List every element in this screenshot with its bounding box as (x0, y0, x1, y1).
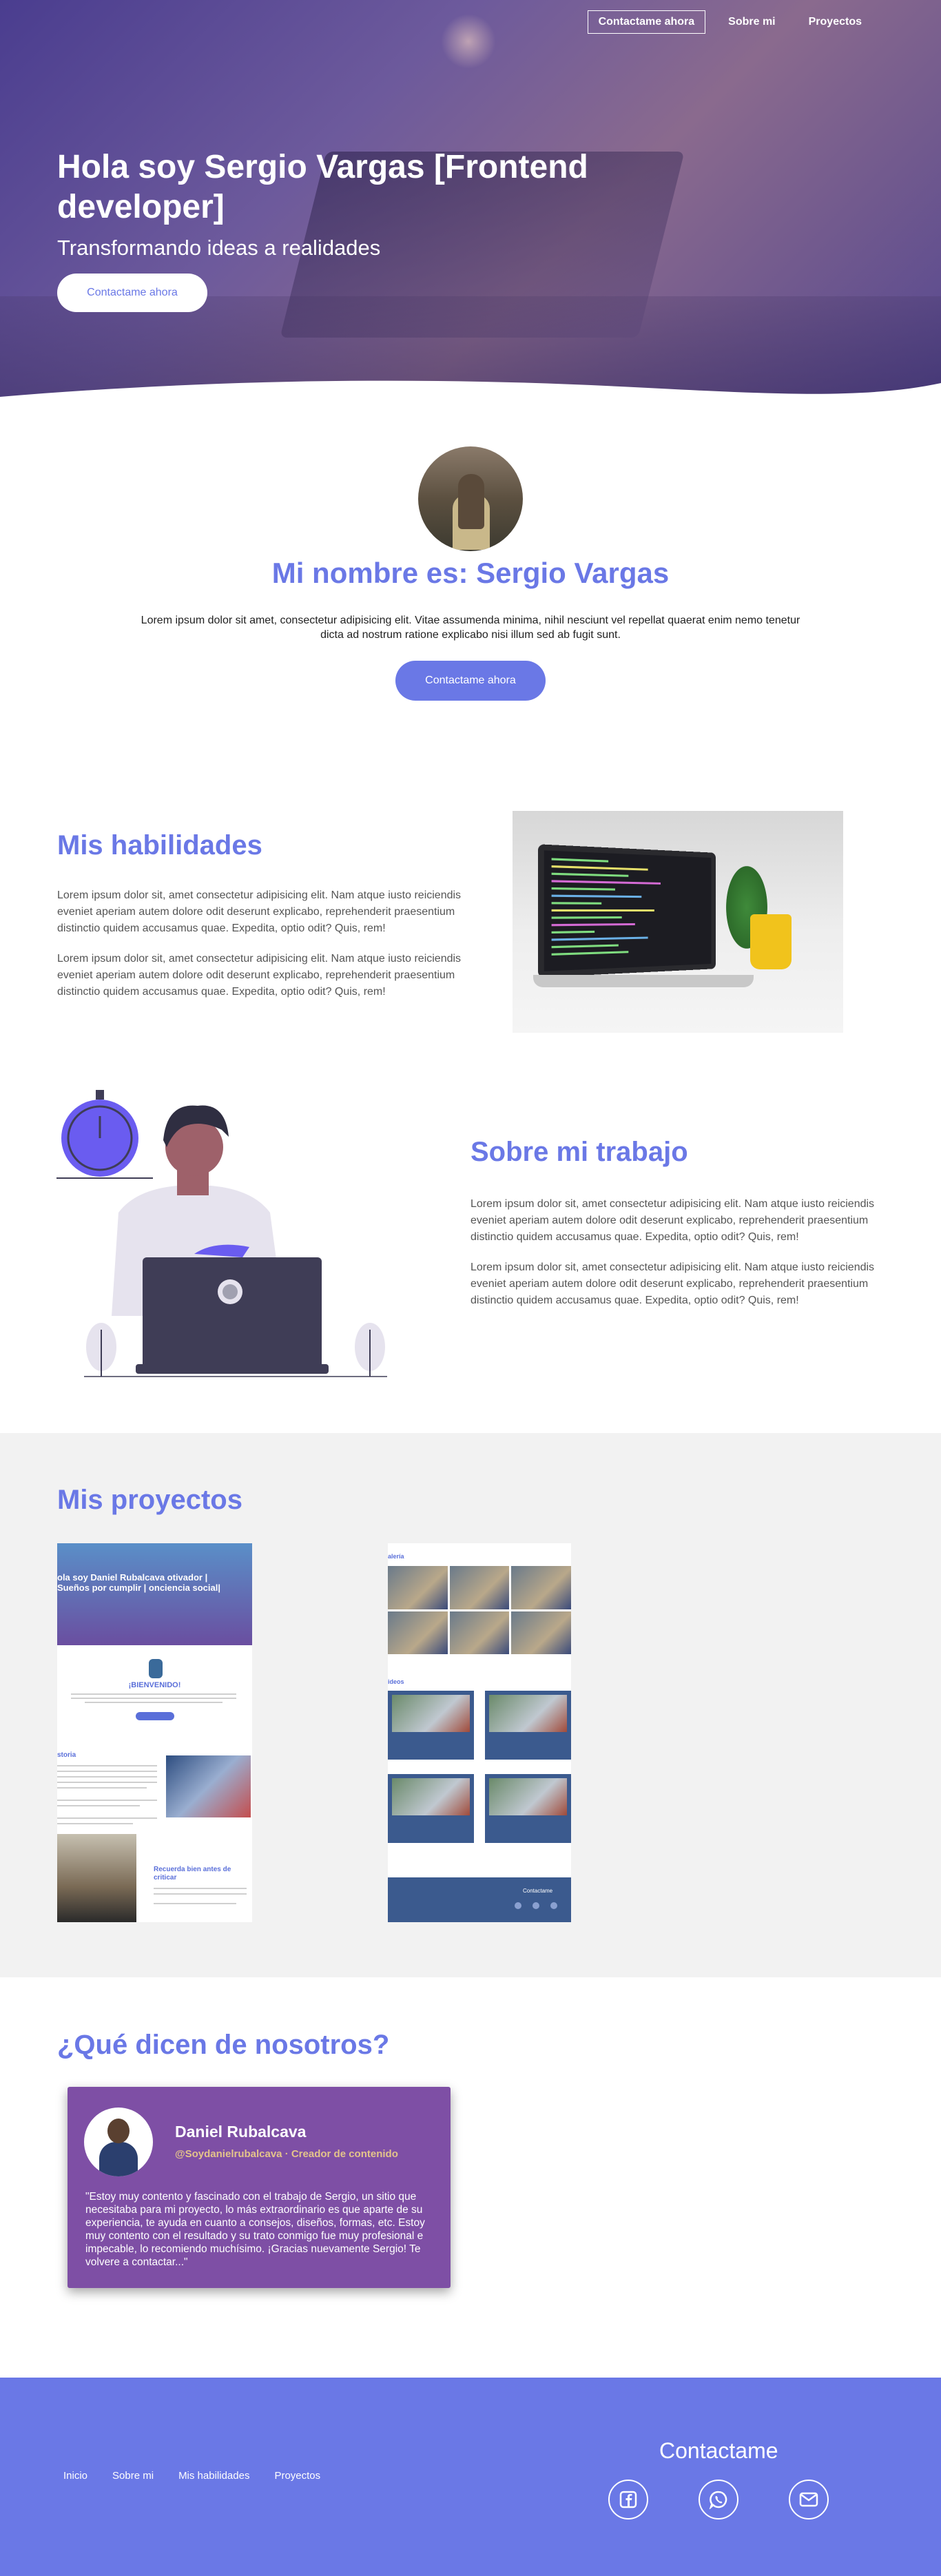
footer-link-about[interactable]: Sobre mi (112, 2470, 154, 2482)
shot1-history: storia (57, 1751, 76, 1759)
nav-contact[interactable]: Contactame ahora (588, 10, 706, 34)
social-links (608, 2480, 829, 2520)
mail-icon[interactable] (789, 2480, 829, 2520)
footer-link-projects[interactable]: Proyectos (274, 2470, 320, 2482)
shot1-welcome: ¡BIENVENIDO! (57, 1681, 252, 1689)
projects-title: Mis proyectos (57, 1485, 242, 1516)
facebook-icon[interactable] (608, 2480, 648, 2520)
project-screenshot-1[interactable]: ola soy Daniel Rubalcava otivador | Sueñ… (57, 1543, 252, 1922)
shot2-videos: ideos (388, 1678, 404, 1685)
shot2-gallery: alería (388, 1553, 404, 1560)
nav-about[interactable]: Sobre mi (718, 11, 785, 33)
footer: Inicio Sobre mi Mis habilidades Proyecto… (0, 2378, 941, 2576)
hero-contact-button[interactable]: Contactame ahora (57, 274, 207, 312)
work-paragraph-1: Lorem ipsum dolor sit, amet consectetur … (470, 1196, 884, 1246)
testimonial-handle: @Soydanielrubalcava · Creador de conteni… (175, 2148, 398, 2160)
shot1-header-text: ola soy Daniel Rubalcava otivador | Sueñ… (57, 1572, 236, 1593)
hero-section: Contactame ahora Sobre mi Proyectos Hola… (0, 0, 941, 413)
laptop-code-image (513, 811, 843, 1033)
skills-title: Mis habilidades (57, 830, 262, 861)
hero-wave (0, 373, 941, 413)
shot2-footer-label: Contactame (523, 1888, 552, 1894)
testimonial-name: Daniel Rubalcava (175, 2123, 306, 2141)
work-paragraph-2: Lorem ipsum dolor sit, amet consectetur … (470, 1259, 884, 1309)
project-screenshot-2[interactable]: alería ideos Contactame (388, 1543, 571, 1922)
testimonials-title: ¿Qué dicen de nosotros? (57, 2030, 389, 2061)
about-title: Mi nombre es: Sergio Vargas (0, 557, 941, 590)
testimonial-card: Daniel Rubalcava @Soydanielrubalcava · C… (68, 2087, 451, 2288)
developer-illustration (56, 1082, 394, 1378)
profile-avatar (418, 446, 523, 551)
skills-paragraph-1: Lorem ipsum dolor sit, amet consectetur … (57, 887, 470, 937)
lamp-light (441, 14, 496, 69)
work-title: Sobre mi trabajo (470, 1137, 688, 1168)
hero-title: Hola soy Sergio Vargas [Frontend develop… (57, 147, 677, 227)
testimonial-quote: "Estoy muy contento y fascinado con el t… (85, 2190, 437, 2269)
nav-projects[interactable]: Proyectos (798, 11, 872, 33)
about-contact-button[interactable]: Contactame ahora (395, 661, 546, 701)
testimonial-avatar (84, 2108, 153, 2176)
footer-links: Inicio Sobre mi Mis habilidades Proyecto… (63, 2470, 320, 2482)
footer-link-skills[interactable]: Mis habilidades (178, 2470, 249, 2482)
skills-paragraph-2: Lorem ipsum dolor sit, amet consectetur … (57, 951, 470, 1000)
footer-link-home[interactable]: Inicio (63, 2470, 87, 2482)
shot1-reminder: Recuerda bien antes de criticar (154, 1866, 243, 1882)
whatsapp-icon[interactable] (699, 2480, 738, 2520)
footer-contact-title: Contactame (659, 2438, 778, 2464)
about-text: Lorem ipsum dolor sit amet, consectetur … (135, 613, 806, 642)
main-nav: Contactame ahora Sobre mi Proyectos (588, 10, 872, 34)
hero-subtitle: Transformando ideas a realidades (57, 236, 380, 260)
